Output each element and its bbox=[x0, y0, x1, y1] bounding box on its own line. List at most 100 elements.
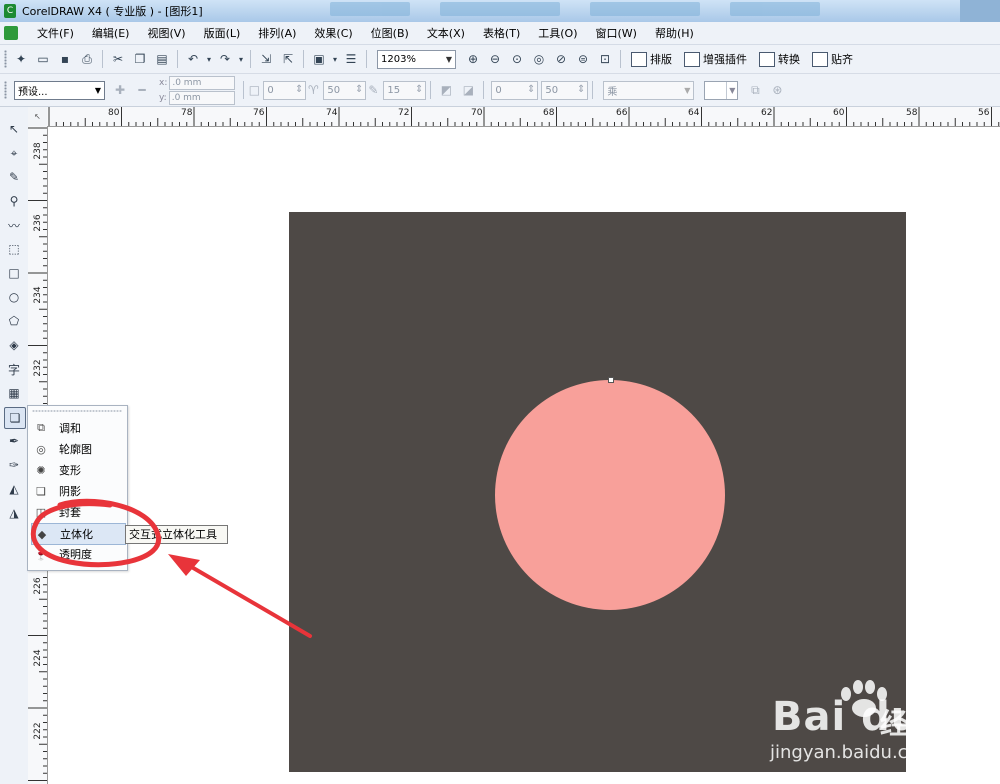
shadow-feather-field[interactable]: 50 ⇕ bbox=[323, 80, 367, 100]
menu-tools[interactable]: 工具(O) bbox=[529, 25, 586, 41]
flyout-grip[interactable] bbox=[32, 410, 122, 412]
undo-icon[interactable]: ↶ bbox=[182, 49, 204, 69]
shadow-fade-value: 0 bbox=[495, 84, 502, 96]
snap-button[interactable]: 贴齐 bbox=[806, 51, 859, 67]
zoom-all-icon[interactable]: ◎ bbox=[528, 49, 550, 69]
zoom-height-icon[interactable]: ⊡ bbox=[594, 49, 616, 69]
fill-tool-icon[interactable]: ◭ bbox=[4, 479, 24, 499]
copy-icon[interactable]: ❐ bbox=[129, 49, 151, 69]
undo-dropdown-icon[interactable]: ▾ bbox=[204, 49, 214, 69]
plugins-button[interactable]: 增强插件 bbox=[678, 51, 753, 67]
menu-text[interactable]: 文本(X) bbox=[418, 25, 474, 41]
smart-fill-tool-icon[interactable]: ⬚ bbox=[4, 239, 24, 259]
menu-table[interactable]: 表格(T) bbox=[474, 25, 529, 41]
application-launcher-icon[interactable]: ▣ bbox=[308, 49, 330, 69]
envelope-icon: ◫ bbox=[35, 505, 47, 519]
zoom-width-icon[interactable]: ⊜ bbox=[572, 49, 594, 69]
flyout-item-contour[interactable]: ◎ 轮廓图 bbox=[31, 439, 124, 459]
freehand-tool-icon[interactable]: 〰 bbox=[4, 215, 24, 235]
menu-arrange[interactable]: 排列(A) bbox=[249, 25, 305, 41]
zoom-tool-icon[interactable]: ⚲ bbox=[4, 191, 24, 211]
text-tool-icon[interactable]: 字 bbox=[4, 359, 24, 379]
paste-icon[interactable]: ▤ bbox=[151, 49, 173, 69]
window-controls[interactable] bbox=[960, 0, 1000, 22]
circle-node-handle[interactable] bbox=[608, 377, 614, 383]
zoom-out-icon[interactable]: ⊖ bbox=[484, 49, 506, 69]
pick-tool-icon[interactable]: ↖ bbox=[4, 119, 24, 139]
shadow-fade-field[interactable]: 0 ⇕ bbox=[491, 80, 539, 100]
position-fields: x: .0 mm y: .0 mm bbox=[159, 75, 236, 105]
window-title: CorelDRAW X4 ( 专业版 ) - [图形1] bbox=[22, 5, 203, 18]
zoom-level-select[interactable]: 1203% ▼ bbox=[377, 49, 456, 69]
ruler-origin[interactable]: ↖ bbox=[28, 107, 48, 127]
clear-shadow-icon[interactable]: ⊛ bbox=[766, 80, 788, 100]
preset-select[interactable]: 预设... ▼ bbox=[14, 80, 105, 100]
menu-window[interactable]: 窗口(W) bbox=[587, 25, 646, 41]
interactive-effects-tool-icon[interactable]: ❏ bbox=[4, 407, 26, 429]
toolbar-grip[interactable] bbox=[4, 50, 7, 68]
flyout-item-blend[interactable]: ⧉ 调和 bbox=[31, 418, 124, 438]
transparency-operation-value: 乘 bbox=[607, 86, 618, 98]
eyedropper-tool-icon[interactable]: ✒ bbox=[4, 431, 24, 451]
crop-tool-icon[interactable]: ✎ bbox=[4, 167, 24, 187]
toolbar-grip[interactable] bbox=[4, 81, 7, 99]
menu-effects[interactable]: 效果(C) bbox=[305, 25, 361, 41]
flyout-item-envelope[interactable]: ◫ 封套 bbox=[31, 502, 124, 522]
coreldraw-app-icon[interactable]: C bbox=[4, 4, 16, 18]
y-position-field[interactable]: .0 mm bbox=[168, 90, 235, 105]
import-icon[interactable]: ⇲ bbox=[255, 49, 277, 69]
rectangle-tool-icon[interactable]: □ bbox=[4, 263, 24, 283]
remove-preset-icon[interactable]: ━ bbox=[131, 80, 153, 100]
redo-icon[interactable]: ↷ bbox=[214, 49, 236, 69]
convert-label: 转换 bbox=[778, 53, 800, 66]
outline-tool-icon[interactable]: ✑ bbox=[4, 455, 24, 475]
x-label: x: bbox=[159, 77, 168, 88]
menu-help[interactable]: 帮助(H) bbox=[646, 25, 703, 41]
flyout-item-extrude[interactable]: ◆ 立体化 bbox=[31, 523, 126, 545]
welcome-screen-icon[interactable]: ☰ bbox=[340, 49, 362, 69]
redo-dropdown-icon[interactable]: ▾ bbox=[236, 49, 246, 69]
add-preset-icon[interactable]: ✚ bbox=[109, 80, 131, 100]
open-icon[interactable]: ▭ bbox=[32, 49, 54, 69]
zoom-page-icon[interactable]: ⊘ bbox=[550, 49, 572, 69]
flyout-item-distort[interactable]: ✺ 变形 bbox=[31, 460, 124, 480]
menu-layout[interactable]: 版面(L) bbox=[195, 25, 250, 41]
convert-button[interactable]: 转换 bbox=[753, 51, 806, 67]
shadow-color-picker[interactable]: ▼ bbox=[704, 80, 739, 100]
horizontal-ruler[interactable]: 80 78 76 74 72 70 68 66 64 62 60 58 56 bbox=[47, 107, 1000, 127]
ruler-label: 72 bbox=[398, 108, 410, 118]
table-tool-icon[interactable]: ▦ bbox=[4, 383, 24, 403]
zoom-selected-icon[interactable]: ⊙ bbox=[506, 49, 528, 69]
flyout-item-drop-shadow[interactable]: ❏ 阴影 bbox=[31, 481, 124, 501]
copy-shadow-icon[interactable]: ⧉ bbox=[744, 80, 766, 100]
imposition-button[interactable]: 排版 bbox=[625, 51, 678, 67]
new-icon[interactable]: ✦ bbox=[10, 49, 32, 69]
pink-circle-object[interactable] bbox=[495, 380, 725, 610]
ellipse-tool-icon[interactable]: ○ bbox=[4, 287, 24, 307]
interactive-fill-tool-icon[interactable]: ◮ bbox=[4, 503, 24, 523]
interactive-tools-flyout: ⧉ 调和 ◎ 轮廓图 ✺ 变形 ❏ 阴影 ◫ 封套 ◆ 立体化 🍷 透明度 bbox=[27, 405, 128, 571]
shape-tool-icon[interactable]: ⌖ bbox=[4, 143, 24, 163]
menu-file[interactable]: 文件(F) bbox=[28, 25, 83, 41]
feather-direction-icon[interactable]: ◩ bbox=[435, 80, 457, 100]
x-position-field[interactable]: .0 mm bbox=[169, 75, 236, 90]
document-menu-icon[interactable] bbox=[4, 26, 18, 40]
basic-shapes-tool-icon[interactable]: ◈ bbox=[4, 335, 24, 355]
shadow-stretch-field[interactable]: 15 ⇕ bbox=[383, 80, 427, 100]
shadow-stretch-2-field[interactable]: 50 ⇕ bbox=[541, 80, 589, 100]
export-icon[interactable]: ⇱ bbox=[277, 49, 299, 69]
feather-edges-icon[interactable]: ◪ bbox=[457, 80, 479, 100]
print-icon[interactable]: ⎙ bbox=[76, 49, 98, 69]
cut-icon[interactable]: ✂ bbox=[107, 49, 129, 69]
flyout-item-transparency[interactable]: 🍷 透明度 bbox=[31, 544, 124, 564]
transparency-operation-select[interactable]: 乘 ▼ bbox=[603, 80, 695, 100]
menu-bitmaps[interactable]: 位图(B) bbox=[362, 25, 418, 41]
shadow-opacity-field[interactable]: 0 ⇕ bbox=[263, 80, 307, 100]
zoom-in-icon[interactable]: ⊕ bbox=[462, 49, 484, 69]
launcher-dropdown-icon[interactable]: ▾ bbox=[330, 49, 340, 69]
ruler-label: 222 bbox=[33, 722, 43, 740]
menu-edit[interactable]: 编辑(E) bbox=[83, 25, 139, 41]
save-icon[interactable]: ▪ bbox=[54, 49, 76, 69]
menu-view[interactable]: 视图(V) bbox=[138, 25, 194, 41]
polygon-tool-icon[interactable]: ⬠ bbox=[4, 311, 24, 331]
